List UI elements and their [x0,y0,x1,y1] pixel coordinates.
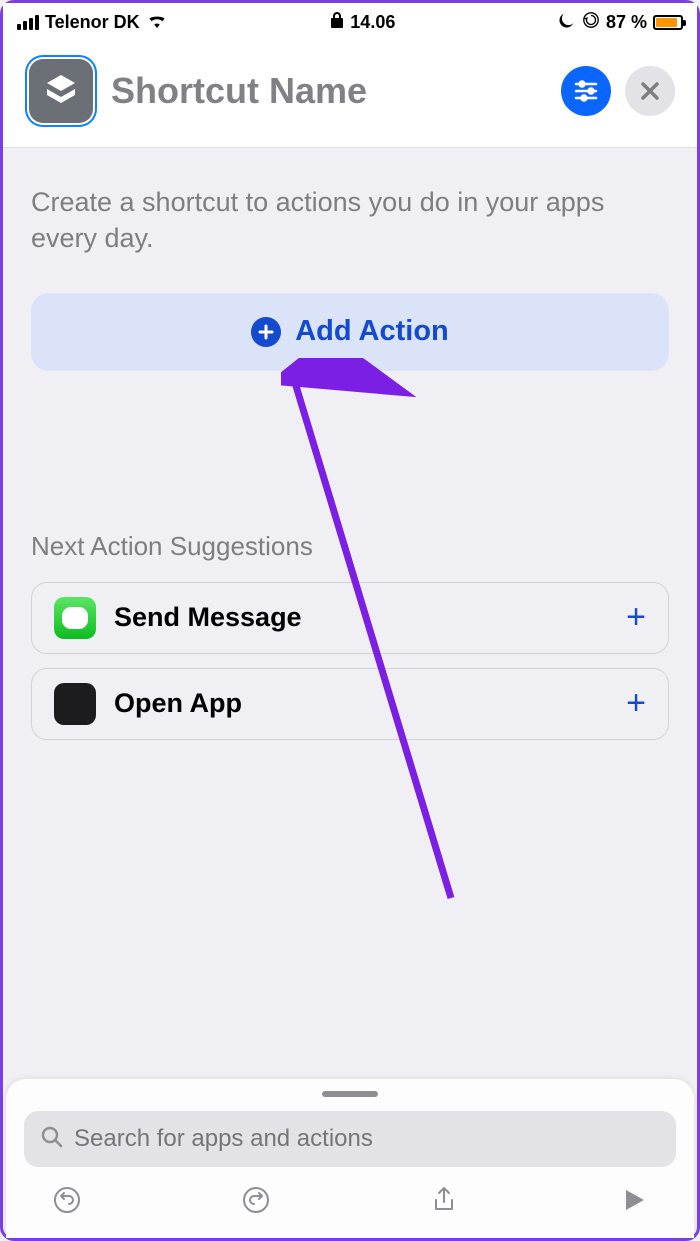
action-search-sheet[interactable] [6,1079,694,1238]
settings-button[interactable] [561,66,611,116]
suggestions-header: Next Action Suggestions [31,531,669,562]
sliders-icon [572,77,600,105]
add-action-label: Add Action [295,315,449,348]
close-icon [638,79,662,103]
add-suggestion-icon[interactable]: + [626,598,646,637]
sheet-grabber[interactable] [322,1091,378,1097]
search-icon [40,1125,64,1154]
launcher-app-icon [54,683,96,725]
suggestion-label: Send Message [114,602,608,633]
moon-icon [558,11,576,34]
status-right: 87 % [558,11,683,34]
status-center: 14.06 [330,11,395,34]
intro-text: Create a shortcut to actions you do in y… [31,184,669,257]
share-icon [429,1185,459,1215]
suggestion-open-app[interactable]: Open App + [31,668,669,740]
battery-icon [653,15,683,30]
orientation-lock-icon [582,11,600,34]
editor-content: Create a shortcut to actions you do in y… [3,148,697,740]
sheet-toolbar [24,1167,676,1230]
close-button[interactable] [625,66,675,116]
editor-header: Shortcut Name [3,41,697,148]
add-suggestion-icon[interactable]: + [626,684,646,723]
battery-pct-label: 87 % [606,12,647,33]
shortcut-app-icon[interactable] [25,55,97,127]
search-input[interactable] [74,1125,660,1153]
status-left: Telenor DK [17,10,168,34]
redo-button[interactable] [241,1185,271,1220]
plus-circle-icon [251,317,281,347]
wifi-icon [146,10,168,34]
suggestion-send-message[interactable]: Send Message + [31,582,669,654]
messages-app-icon [54,597,96,639]
carrier-label: Telenor DK [45,12,140,33]
shortcut-title[interactable]: Shortcut Name [111,70,547,112]
add-action-button[interactable]: Add Action [31,293,669,371]
lock-icon [330,11,344,34]
suggestion-label: Open App [114,688,608,719]
play-icon [618,1185,648,1215]
share-button[interactable] [429,1185,459,1220]
undo-button[interactable] [52,1185,82,1220]
signal-icon [17,15,39,30]
run-button[interactable] [618,1185,648,1220]
time-label: 14.06 [350,12,395,33]
status-bar: Telenor DK 14.06 87 % [3,3,697,41]
search-field[interactable] [24,1111,676,1167]
